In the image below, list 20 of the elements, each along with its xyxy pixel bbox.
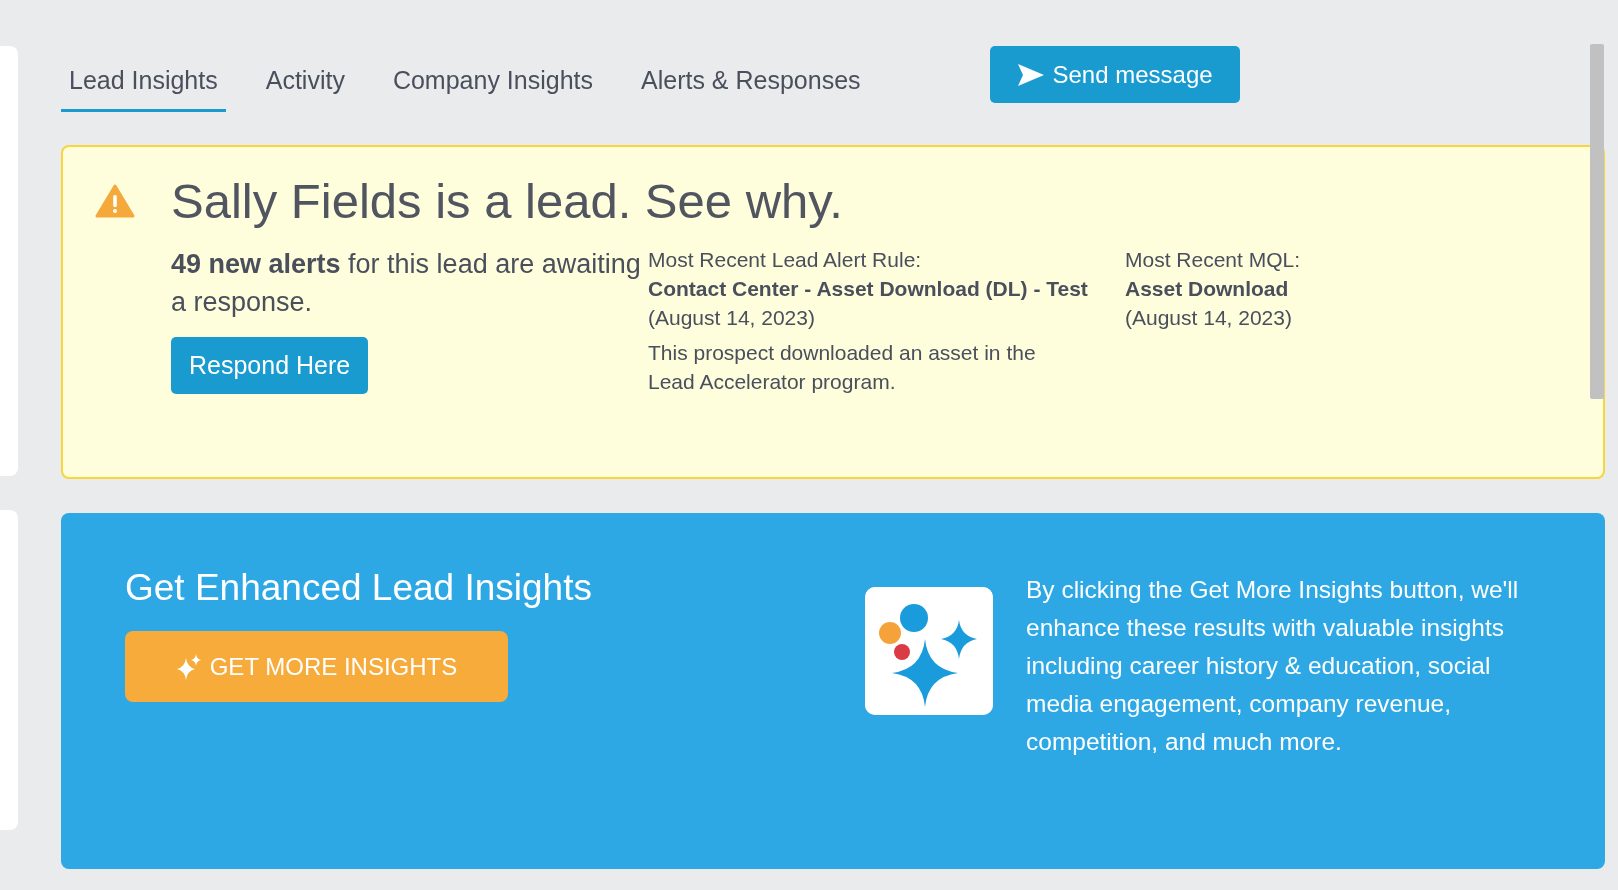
rule-label: Most Recent Lead Alert Rule:: [648, 247, 923, 273]
alert-title: Sally Fields is a lead. See why.: [171, 173, 843, 229]
insights-description: By clicking the Get More Insights button, we'll enhance these results with valuable insights including career history & education, social media engagement, company revenue, competition, and much more.: [1026, 575, 1520, 757]
rule-description: This prospect downloaded an asset in the Lead Accelerator program.: [648, 340, 1037, 395]
mql-name: Asset Download: [1125, 276, 1290, 302]
warning-icon: [95, 184, 135, 218]
tab[interactable]: Lead Insights: [61, 66, 226, 112]
scrollbar[interactable]: [1590, 44, 1604, 399]
rule-name: Contact Center - Asset Download (DL) - Test: [648, 276, 1088, 302]
rule-date: (August 14, 2023): [648, 305, 816, 331]
alert-summary: 49 new alerts for this lead are awaiting a response.: [171, 248, 642, 319]
tab[interactable]: Activity: [257, 66, 353, 112]
tab[interactable]: Alerts & Responses: [633, 66, 869, 112]
sparkle-logo-icon: [865, 587, 993, 715]
mql-label: Most Recent MQL:: [1125, 247, 1301, 273]
insights-title: Get Enhanced Lead Insights: [125, 567, 593, 609]
sparkle-icon: [175, 653, 202, 680]
send-icon: [1016, 62, 1045, 87]
tab[interactable]: Company Insights: [384, 66, 601, 112]
mql-date: (August 14, 2023): [1125, 305, 1293, 331]
